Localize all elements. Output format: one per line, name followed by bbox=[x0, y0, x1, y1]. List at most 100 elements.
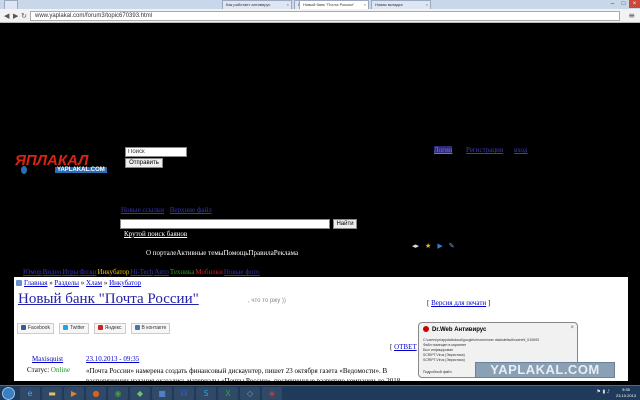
print-version: [ Версия для печати ] bbox=[427, 299, 491, 307]
top-files-link[interactable]: Верхние файл bbox=[170, 206, 212, 214]
window-controls: – □ × bbox=[607, 0, 640, 9]
tab-label: Новая вкладка bbox=[375, 2, 403, 7]
ie-icon[interactable]: e bbox=[20, 387, 40, 400]
rss-icon[interactable]: ◂▸ bbox=[412, 242, 419, 250]
drweb-details-link[interactable]: Подробный файл bbox=[423, 370, 452, 374]
start-button[interactable] bbox=[2, 387, 15, 400]
status-value: Online bbox=[50, 366, 70, 374]
reload-icon[interactable]: ↻ bbox=[21, 12, 27, 20]
help-link[interactable]: Помощь bbox=[223, 249, 248, 257]
section-link[interactable]: Флэш bbox=[79, 268, 96, 276]
breadcrumb-trash[interactable]: Хлам bbox=[86, 279, 102, 287]
main-search-button[interactable]: Найти bbox=[333, 219, 357, 229]
enter-link[interactable]: вход bbox=[514, 146, 527, 154]
home-icon[interactable] bbox=[16, 280, 22, 286]
section-link[interactable]: Техника bbox=[170, 268, 194, 276]
star-icon[interactable]: ★ bbox=[425, 242, 431, 250]
forward-icon[interactable]: ▶ bbox=[13, 12, 18, 20]
clock[interactable]: 9:35 23.10.2013 bbox=[616, 387, 636, 399]
skype-icon[interactable]: S bbox=[196, 387, 216, 400]
pencil-icon[interactable]: ✎ bbox=[449, 242, 455, 250]
share-icon bbox=[97, 325, 103, 330]
section-link[interactable]: Новые фото bbox=[224, 268, 260, 276]
minimize-icon[interactable]: – bbox=[607, 0, 618, 8]
active-topics-link[interactable]: Активные темы bbox=[176, 249, 223, 257]
excel-icon[interactable]: X bbox=[218, 387, 238, 400]
breadcrumb-home[interactable]: Главная bbox=[24, 279, 48, 287]
tab-1[interactable]: Как работает антивирус × bbox=[222, 0, 292, 9]
close-icon[interactable]: × bbox=[364, 2, 366, 7]
post-date[interactable]: 23.10.2013 - 09:35 bbox=[86, 355, 139, 363]
browser-tab-bar: Как работает антивирус × Как работает ант… bbox=[0, 0, 640, 9]
header-search-button[interactable]: Отправить bbox=[125, 158, 163, 168]
share-button[interactable]: Яндекс bbox=[93, 323, 126, 334]
reply-link[interactable]: ОТВЕТ bbox=[394, 343, 417, 351]
cool-search-link[interactable]: Крутой поиск баянов bbox=[124, 230, 187, 238]
header-search-input[interactable] bbox=[125, 147, 187, 157]
address-bar: ◀ ▶ ↻ www.yaplakal.com/forum3/topic67039… bbox=[0, 9, 640, 23]
breadcrumb-sections[interactable]: Разделы bbox=[55, 279, 80, 287]
window-close-icon[interactable]: × bbox=[629, 0, 640, 8]
volume-icon[interactable]: ♪ bbox=[607, 389, 610, 395]
section-link[interactable]: Hi-Tech bbox=[130, 268, 153, 276]
section-link[interactable]: Авто bbox=[154, 268, 169, 276]
drweb-icon bbox=[423, 326, 429, 332]
tab-label: Новый банк "Почта России" bbox=[303, 2, 355, 7]
print-version-link[interactable]: Версия для печати bbox=[431, 299, 486, 307]
close-icon[interactable]: × bbox=[570, 325, 574, 331]
section-link[interactable]: Игры bbox=[62, 268, 78, 276]
network-icon[interactable]: ▮ bbox=[602, 389, 605, 395]
tab-active[interactable]: Новый банк "Почта России" × bbox=[299, 0, 369, 9]
ads-link[interactable]: Реклама bbox=[274, 249, 298, 257]
new-links-link[interactable]: Новые ссылки bbox=[121, 206, 164, 214]
close-icon[interactable]: × bbox=[426, 2, 428, 7]
share-label: Яндекс bbox=[104, 325, 122, 331]
share-button[interactable]: Twitter bbox=[58, 323, 89, 334]
rules-link[interactable]: Правила bbox=[248, 249, 273, 257]
post-subtitle: , что то ржу )) bbox=[248, 298, 286, 304]
about-link[interactable]: О портале bbox=[146, 249, 176, 257]
flag-icon[interactable]: ⚑ bbox=[596, 389, 600, 395]
share-button[interactable]: В контакте bbox=[130, 323, 171, 334]
close-icon[interactable]: × bbox=[287, 2, 289, 7]
section-link[interactable]: Видео bbox=[43, 268, 62, 276]
breadcrumb: Главная » Разделы » Хлам » Инкубатор bbox=[16, 279, 141, 287]
reply-button: [ ОТВЕТ bbox=[390, 343, 417, 351]
firefox-icon[interactable]: ● bbox=[86, 387, 106, 400]
wrench-icon[interactable]: ≡ bbox=[628, 11, 635, 20]
app-icon[interactable]: ◇ bbox=[240, 387, 260, 400]
app-icon[interactable]: ◈ bbox=[262, 387, 282, 400]
post-title[interactable]: Новый банк "Почта России" bbox=[18, 291, 199, 308]
word-icon[interactable]: W bbox=[174, 387, 194, 400]
section-link[interactable]: Юмор bbox=[23, 268, 42, 276]
share-label: В контакте bbox=[141, 325, 167, 331]
share-row: Facebook Twitter Яндекс В контакте bbox=[17, 323, 171, 334]
system-tray: ⚑ ▮ ♪ bbox=[596, 389, 610, 395]
share-button[interactable]: Facebook bbox=[17, 323, 54, 334]
tab-0[interactable] bbox=[4, 0, 18, 9]
app-icon[interactable]: ◆ bbox=[130, 387, 150, 400]
logo-subtext: YAPLAKAL.COM bbox=[55, 167, 107, 173]
login-link[interactable]: Логин bbox=[434, 146, 453, 154]
chrome-icon[interactable]: ◉ bbox=[108, 387, 128, 400]
site-logo[interactable]: ЯПЛАКАЛ YAPLAKAL.COM bbox=[15, 152, 110, 178]
back-icon[interactable]: ◀ bbox=[4, 12, 9, 20]
section-link[interactable]: Инкубатор bbox=[97, 268, 129, 276]
post-author[interactable]: Maxisquist bbox=[32, 355, 63, 363]
breadcrumb-incubator[interactable]: Инкубатор bbox=[109, 279, 141, 287]
player-icon[interactable]: ▶ bbox=[64, 387, 84, 400]
clock-date: 23.10.2013 bbox=[615, 393, 636, 398]
drop-icon bbox=[21, 166, 27, 174]
section-link[interactable]: Мобилки bbox=[195, 268, 223, 276]
url-field[interactable]: www.yaplakal.com/forum3/topic670393.html bbox=[30, 11, 620, 21]
mini-icons: ◂▸ ★ ▶ ✎ bbox=[412, 242, 455, 250]
tab-4[interactable]: Новая вкладка × bbox=[371, 0, 431, 9]
flag-icon[interactable]: ▶ bbox=[437, 242, 442, 250]
main-search-input[interactable] bbox=[120, 219, 330, 229]
app-icon[interactable]: ■ bbox=[152, 387, 172, 400]
maximize-icon[interactable]: □ bbox=[618, 0, 629, 8]
tab-label: Как работает антивирус bbox=[226, 2, 271, 7]
register-link[interactable]: Регистрация bbox=[466, 146, 503, 154]
drweb-title-text: Dr.Web Антивирус bbox=[432, 327, 487, 333]
folder-icon[interactable]: ▬ bbox=[42, 387, 62, 400]
